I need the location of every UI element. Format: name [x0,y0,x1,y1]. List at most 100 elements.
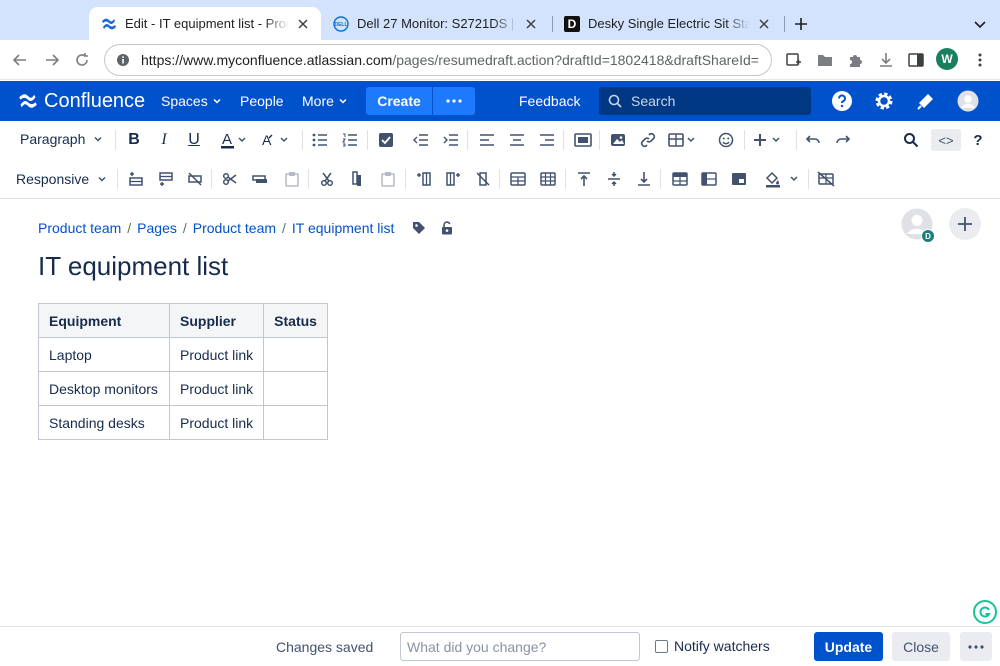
highlight-cell-icon[interactable] [729,169,749,189]
table-cell[interactable]: Product link [168,371,265,406]
header-row-icon[interactable] [670,169,690,189]
breadcrumb-parent-page[interactable]: Product team [193,220,276,236]
help-shortcuts-icon[interactable]: ? [968,130,988,150]
paragraph-style-select[interactable]: Paragraph [20,131,103,147]
insert-column-after-icon[interactable] [443,169,463,189]
close-tab-icon[interactable] [756,16,772,32]
undo-icon[interactable] [803,130,823,150]
tab-confluence-edit[interactable]: Edit - IT equipment list - Product team … [89,7,321,40]
task-checkbox-icon[interactable] [376,130,396,150]
cut-column-icon[interactable] [317,169,337,189]
forward-arrow-icon[interactable] [42,50,62,70]
change-comment-input[interactable] [400,632,640,661]
notifications-icon[interactable] [915,90,937,112]
breadcrumb-pages[interactable]: Pages [137,220,177,236]
browser-menu-icon[interactable] [970,50,990,70]
insert-more-plus-icon[interactable] [752,130,786,150]
table-header-cell[interactable]: Equipment [38,303,170,338]
nav-people[interactable]: People [240,93,284,109]
tab-desky-desk[interactable]: D Desky Single Electric Sit Stand Desk [552,7,782,40]
redo-icon[interactable] [833,130,853,150]
checkbox-box[interactable] [655,639,668,653]
cut-row-icon[interactable] [220,169,240,189]
grammarly-icon[interactable] [973,600,997,624]
insert-image-icon[interactable] [608,130,628,150]
source-editor-button[interactable]: <> [931,129,961,151]
italic-icon[interactable]: I [154,130,174,150]
insert-column-before-icon[interactable] [414,169,434,189]
align-left-icon[interactable] [477,130,497,150]
indent-icon[interactable] [441,130,461,150]
new-tab-icon[interactable] [788,13,814,35]
folder-extension-icon[interactable] [815,50,835,70]
table-cell[interactable] [263,405,329,440]
copy-row-icon[interactable] [250,169,270,189]
table-header-cell[interactable]: Supplier [168,303,265,338]
table-cell[interactable]: Product link [168,405,265,440]
site-info-icon[interactable] [115,52,131,68]
paste-column-icon[interactable] [378,169,398,189]
insert-row-below-icon[interactable] [156,169,176,189]
settings-gear-icon[interactable] [873,90,895,112]
update-button[interactable]: Update [814,632,883,661]
extensions-puzzle-icon[interactable] [846,50,866,70]
breadcrumb-current-page[interactable]: IT equipment list [292,220,394,236]
reload-icon[interactable] [72,50,92,70]
restrictions-unlock-icon[interactable] [440,221,454,235]
align-right-icon[interactable] [537,130,557,150]
insert-row-above-icon[interactable] [126,169,146,189]
cell-background-color-icon[interactable] [764,169,800,189]
close-tab-icon[interactable] [523,16,539,32]
feedback-link[interactable]: Feedback [519,93,580,109]
tab-dell-monitor[interactable]: DELL Dell 27 Monitor: S2721DS | Dell [321,7,549,40]
label-tag-icon[interactable] [412,221,426,235]
help-icon[interactable] [831,90,853,112]
align-middle-icon[interactable] [604,169,624,189]
search-input[interactable]: Search [599,87,811,115]
underline-icon[interactable]: U [184,130,204,150]
page-title[interactable]: IT equipment list [38,251,228,282]
delete-row-icon[interactable] [185,169,205,189]
table-header-cell[interactable]: Status [263,303,329,338]
emoji-icon[interactable] [716,130,736,150]
notify-watchers-checkbox[interactable]: Notify watchers [655,638,770,654]
breadcrumb-space-home[interactable]: Product team [38,220,121,236]
delete-table-icon[interactable] [816,169,836,189]
outdent-icon[interactable] [411,130,431,150]
confluence-logo[interactable]: Confluence [18,89,145,113]
insert-link-icon[interactable] [638,130,658,150]
install-app-icon[interactable] [783,50,803,70]
nav-spaces[interactable]: Spaces [161,93,222,109]
text-color-icon[interactable]: A [219,130,249,150]
table-cell[interactable] [263,371,329,406]
close-tab-icon[interactable] [295,16,311,32]
more-actions-button[interactable] [960,632,992,661]
bullet-list-icon[interactable] [310,130,330,150]
invite-collaborator-button[interactable] [949,208,981,240]
bold-icon[interactable]: B [124,130,144,150]
copy-column-icon[interactable] [347,169,367,189]
url-omnibox[interactable]: https://www.myconfluence.atlassian.com/p… [104,44,772,76]
table-cell[interactable]: Standing desks [38,405,170,440]
paste-row-icon[interactable] [282,169,302,189]
text-formatting-more-icon[interactable]: A [260,130,292,150]
profile-avatar[interactable]: W [936,48,958,70]
numbered-list-icon[interactable] [340,130,360,150]
collaborator-avatar[interactable]: D [901,208,935,243]
create-more-button[interactable] [433,87,475,115]
header-column-icon[interactable] [699,169,719,189]
download-icon[interactable] [876,50,896,70]
table-cell[interactable]: Laptop [38,337,170,372]
table-cell[interactable] [263,337,329,372]
align-center-icon[interactable] [507,130,527,150]
find-replace-icon[interactable] [901,130,921,150]
merge-cells-icon[interactable] [508,169,528,189]
back-arrow-icon[interactable] [10,50,30,70]
table-cell[interactable]: Desktop monitors [38,371,170,406]
nav-more[interactable]: More [302,93,348,109]
tab-search-chevron-icon[interactable] [970,14,990,34]
delete-column-icon[interactable] [473,169,493,189]
split-cells-icon[interactable] [538,169,558,189]
close-button[interactable]: Close [892,632,950,661]
align-bottom-icon[interactable] [634,169,654,189]
